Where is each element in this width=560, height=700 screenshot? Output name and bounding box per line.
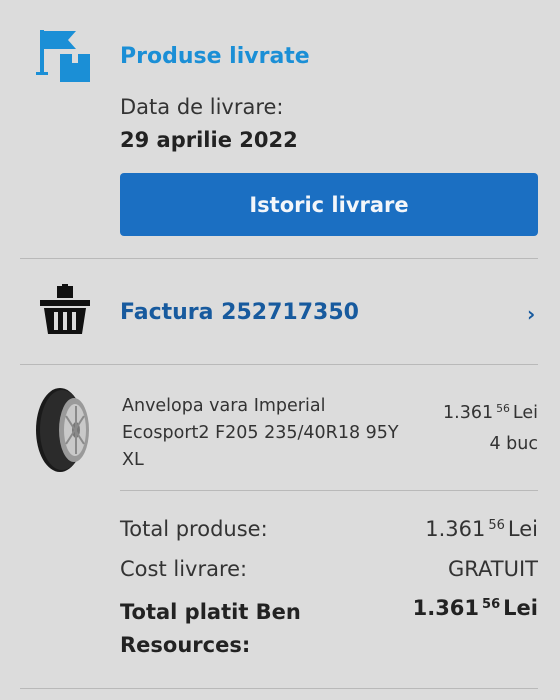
total-products-cents: 56 — [488, 517, 505, 533]
divider — [120, 490, 538, 491]
divider — [20, 364, 538, 365]
chevron-right-icon[interactable]: › — [527, 302, 535, 326]
basket-icon — [40, 284, 90, 334]
total-products-label: Total produse: — [120, 517, 268, 541]
total-paid-int: 1.361 — [412, 596, 480, 620]
shipping-cost-value: GRATUIT — [448, 557, 538, 581]
total-paid-label: Total platit Ben Resources: — [120, 600, 301, 657]
product-quantity: 4 buc — [489, 434, 538, 454]
product-price-currency: Lei — [512, 403, 538, 423]
delivery-history-button[interactable]: Istoric livrare — [120, 173, 538, 236]
divider — [20, 688, 538, 689]
product-name[interactable]: Anvelopa vara Imperial Ecosport2 F205 23… — [122, 393, 412, 474]
product-price-cents: 56 — [496, 402, 510, 416]
flag-box-icon — [36, 30, 90, 82]
total-paid-cents: 56 — [482, 596, 501, 612]
divider — [20, 258, 538, 259]
delivered-products-title: Produse livrate — [120, 44, 310, 69]
total-products-int: 1.361 — [425, 517, 486, 541]
total-paid-value: 1.361 56 Lei — [413, 596, 538, 620]
product-price: 1.361 56 Lei — [443, 402, 538, 423]
delivery-date-value: 29 aprilie 2022 — [120, 128, 298, 152]
total-products-value: 1.361 56 Lei — [425, 517, 538, 541]
total-paid-currency: Lei — [503, 596, 538, 620]
delivery-date-label: Data de livrare: — [120, 95, 284, 119]
shipping-cost-label: Cost livrare: — [120, 557, 248, 581]
product-price-int: 1.361 — [443, 403, 494, 423]
tire-image — [36, 388, 89, 472]
total-products-currency: Lei — [507, 517, 538, 541]
invoice-link[interactable]: Factura 252717350 — [120, 300, 359, 325]
